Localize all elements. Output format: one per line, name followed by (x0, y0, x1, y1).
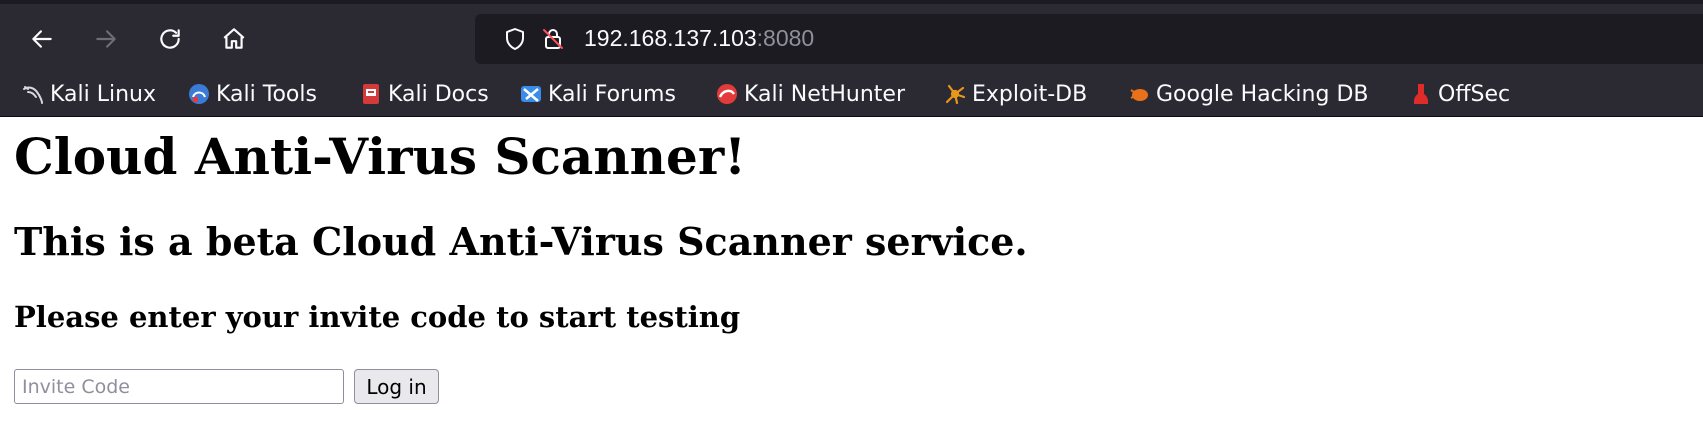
kali-docs-icon (363, 84, 379, 104)
arrow-left-icon (32, 30, 52, 48)
bookmark-kali-linux[interactable]: Kali Linux (22, 80, 156, 108)
invite-code-input[interactable] (14, 369, 344, 404)
invite-prompt: Please enter your invite code to start t… (14, 300, 741, 334)
ghdb-icon (1130, 89, 1148, 101)
bookmarks-toolbar: Kali Linux Kali Tools Kali Docs Kali For… (0, 72, 1703, 117)
forward-button[interactable] (86, 19, 126, 59)
page-subtitle: This is a beta Cloud Anti-Virus Scanner … (14, 219, 1028, 264)
page-content: Cloud Anti-Virus Scanner! This is a beta… (0, 117, 1703, 435)
home-icon (223, 28, 245, 49)
bookmark-label: Kali Linux (50, 81, 157, 107)
login-button[interactable]: Log in (354, 369, 439, 404)
bookmark-kali-nethunter[interactable]: Kali NetHunter (716, 80, 905, 108)
kali-dragon-icon (23, 86, 43, 104)
bookmark-label: Kali Forums (548, 81, 676, 107)
bookmark-kali-forums[interactable]: Kali Forums (520, 80, 676, 108)
bookmark-label: Google Hacking DB (1156, 81, 1369, 107)
home-button[interactable] (214, 19, 254, 59)
bookmark-kali-docs[interactable]: Kali Docs (360, 80, 489, 108)
back-button[interactable] (22, 19, 62, 59)
bookmark-label: OffSec (1438, 81, 1511, 107)
navigation-toolbar: 192.168.137.103:8080 (0, 4, 1703, 72)
bookmark-label: Exploit-DB (972, 81, 1088, 107)
arrow-right-icon (96, 30, 116, 48)
exploit-db-icon (945, 84, 966, 105)
bookmark-kali-tools[interactable]: Kali Tools (188, 80, 317, 108)
bookmark-exploit-db[interactable]: Exploit-DB (944, 80, 1087, 108)
reload-icon (160, 29, 180, 49)
url-host: 192.168.137.103 (584, 25, 757, 51)
bookmark-offsec[interactable]: OffSec (1410, 80, 1510, 108)
bookmark-label: Kali Docs (388, 81, 489, 107)
bookmark-label: Kali NetHunter (744, 81, 905, 107)
address-bar[interactable]: 192.168.137.103:8080 (475, 14, 1703, 64)
shield-icon[interactable] (503, 27, 527, 51)
offsec-icon (1414, 84, 1428, 104)
kali-tools-icon (189, 84, 209, 104)
reload-button[interactable] (150, 19, 190, 59)
page-title: Cloud Anti-Virus Scanner! (14, 127, 747, 186)
url-port: :8080 (756, 25, 815, 51)
insecure-lock-icon[interactable] (541, 27, 565, 51)
nethunter-icon (717, 84, 737, 104)
bookmark-google-hacking-db[interactable]: Google Hacking DB (1128, 80, 1368, 108)
kali-forums-icon (521, 86, 541, 102)
bookmark-label: Kali Tools (216, 81, 317, 107)
url-text[interactable]: 192.168.137.103:8080 (584, 25, 814, 52)
